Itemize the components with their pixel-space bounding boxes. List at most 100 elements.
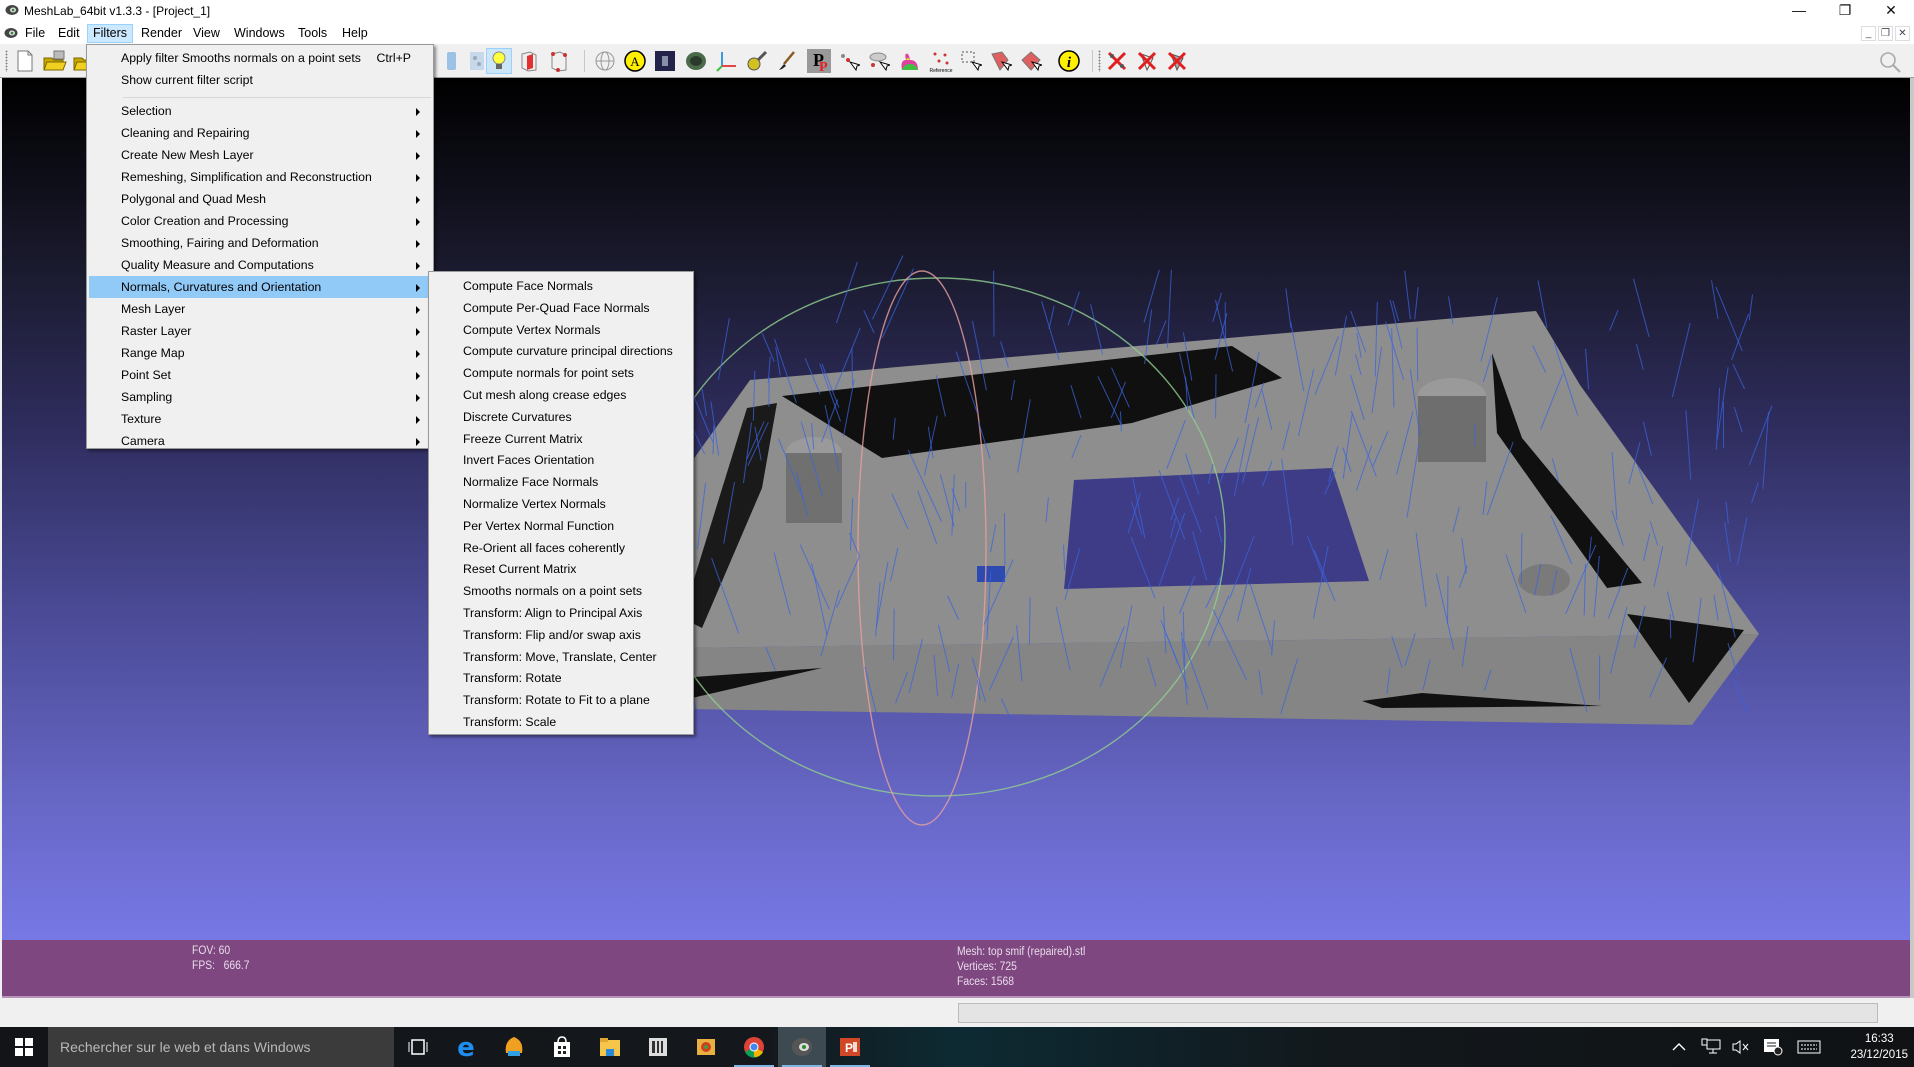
menu-item-show-filter-script[interactable]: Show current filter script [89,69,431,91]
menu-item-remeshing-simplification-and-reconstruction[interactable]: Remeshing, Simplification and Reconstruc… [89,166,431,188]
measure-tape-icon[interactable] [744,48,770,74]
backface-icon[interactable] [516,48,542,74]
select-vertices-icon[interactable] [836,48,862,74]
menu-help[interactable]: Help [337,24,373,43]
trackball-icon[interactable] [592,48,618,74]
powerpoint-icon[interactable]: P [826,1027,874,1067]
menu-edit[interactable]: Edit [53,24,85,43]
submenu-item-transform-rotate-to-fit-to-a-plane[interactable]: Transform: Rotate to Fit to a plane [431,689,691,711]
office-lens-icon[interactable] [634,1027,682,1067]
minimize-button[interactable]: — [1776,0,1822,22]
light-bulb-icon[interactable] [486,48,512,74]
open-project-icon[interactable] [42,48,68,74]
submenu-item-compute-curvature-principal-directions[interactable]: Compute curvature principal directions [431,340,691,362]
keyboard-icon[interactable] [1796,1037,1822,1057]
select-area-icon[interactable] [958,48,984,74]
menu-windows[interactable]: Windows [229,24,290,43]
submenu-item-cut-mesh-along-crease-edges[interactable]: Cut mesh along crease edges [431,384,691,406]
menu-view[interactable]: View [188,24,225,43]
mdi-minimize-button[interactable]: _ [1861,26,1876,41]
mdi-restore-button[interactable]: ❐ [1878,26,1893,41]
pick-points-icon[interactable]: PP [806,48,832,74]
toolbar-grip[interactable] [1098,50,1101,72]
menu-item-quality-measure-and-computations[interactable]: Quality Measure and Computations [89,254,431,276]
menu-item-camera[interactable]: Camera [89,430,431,452]
menu-item-raster-layer[interactable]: Raster Layer [89,320,431,342]
submenu-item-transform-rotate[interactable]: Transform: Rotate [431,667,691,689]
menu-item-color-creation-and-processing[interactable]: Color Creation and Processing [89,210,431,232]
menu-item-cleaning-and-repairing[interactable]: Cleaning and Repairing [89,122,431,144]
show-hidden-icons-icon[interactable] [1668,1037,1690,1057]
file-explorer-icon[interactable] [586,1027,634,1067]
submenu-item-invert-faces-orientation[interactable]: Invert Faces Orientation [431,449,691,471]
toolbar-grip[interactable] [5,50,8,72]
delete-selected-faces-icon[interactable] [1134,48,1160,74]
chrome-icon[interactable] [730,1027,778,1067]
volume-muted-icon[interactable] [1730,1037,1752,1057]
menu-item-smoothing-fairing-and-deformation[interactable]: Smoothing, Fairing and Deformation [89,232,431,254]
submenu-item-transform-align-to-principal-axis[interactable]: Transform: Align to Principal Axis [431,602,691,624]
menu-item-point-set[interactable]: Point Set [89,364,431,386]
menu-item-mesh-layer[interactable]: Mesh Layer [89,298,431,320]
submenu-item-normalize-face-normals[interactable]: Normalize Face Normals [431,471,691,493]
network-icon[interactable] [1700,1037,1722,1057]
submenu-item-compute-face-normals[interactable]: Compute Face Normals [431,275,691,297]
delete-faces-icon[interactable] [988,48,1014,74]
reference-icon[interactable]: Reference [928,48,954,74]
task-view-icon[interactable] [394,1027,442,1067]
search-icon[interactable] [1878,50,1902,74]
box-icon[interactable] [438,48,464,74]
paint-brush-icon[interactable] [774,48,800,74]
taskbar-search-box[interactable]: Rechercher sur le web et dans Windows [48,1027,394,1067]
info-icon[interactable]: i [1056,48,1082,74]
start-button[interactable] [0,1027,48,1067]
photo-app-icon[interactable] [682,1027,730,1067]
delete-selected-vertices-icon[interactable] [1104,48,1130,74]
submenu-item-normalize-vertex-normals[interactable]: Normalize Vertex Normals [431,493,691,515]
restore-button[interactable]: ❐ [1822,0,1868,22]
raster-icon[interactable] [652,48,678,74]
submenu-item-re-orient-all-faces-coherently[interactable]: Re-Orient all faces coherently [431,537,691,559]
action-center-icon[interactable] [1762,1037,1784,1057]
meshlab-icon[interactable] [778,1027,826,1067]
shell-app-icon[interactable] [490,1027,538,1067]
delete-selected-all-icon[interactable] [1164,48,1190,74]
select-connected-icon[interactable] [866,48,892,74]
submenu-item-transform-scale[interactable]: Transform: Scale [431,711,691,733]
mdi-document-icon[interactable] [4,27,18,39]
menu-filters[interactable]: Filters [87,24,134,43]
mdi-close-button[interactable]: ✕ [1895,26,1910,41]
submenu-item-compute-normals-for-point-sets[interactable]: Compute normals for point sets [431,362,691,384]
submenu-item-smooths-normals-on-a-point-sets[interactable]: Smooths normals on a point sets [431,580,691,602]
submenu-item-reset-current-matrix[interactable]: Reset Current Matrix [431,558,691,580]
close-button[interactable]: ✕ [1868,0,1914,22]
menu-item-range-map[interactable]: Range Map [89,342,431,364]
edit-faces-icon[interactable] [1018,48,1044,74]
new-project-icon[interactable] [12,48,38,74]
menu-item-selection[interactable]: Selection [89,100,431,122]
submenu-item-transform-flip-and-or-swap-axis[interactable]: Transform: Flip and/or swap axis [431,624,691,646]
submenu-item-freeze-current-matrix[interactable]: Freeze Current Matrix [431,428,691,450]
submenu-item-discrete-curvatures[interactable]: Discrete Curvatures [431,406,691,428]
menu-item-create-new-mesh-layer[interactable]: Create New Mesh Layer [89,144,431,166]
annotation-a-icon[interactable]: A [622,48,648,74]
menu-item-polygonal-and-quad-mesh[interactable]: Polygonal and Quad Mesh [89,188,431,210]
menu-file[interactable]: File [20,24,50,43]
store-icon[interactable] [538,1027,586,1067]
menu-render[interactable]: Render [136,24,187,43]
submenu-item-transform-move-translate-center[interactable]: Transform: Move, Translate, Center [431,646,691,668]
edge-icon[interactable]: e [442,1027,490,1067]
clock[interactable]: 16:33 23/12/2015 [1850,1031,1908,1063]
menu-tools[interactable]: Tools [293,24,332,43]
axis-icon[interactable] [714,48,740,74]
menu-item-texture[interactable]: Texture [89,408,431,430]
submenu-item-compute-per-quad-face-normals[interactable]: Compute Per-Quad Face Normals [431,297,691,319]
submenu-item-per-vertex-normal-function[interactable]: Per Vertex Normal Function [431,515,691,537]
menu-item-sampling[interactable]: Sampling [89,386,431,408]
mesh-icon[interactable] [683,48,709,74]
menu-item-normals-curvatures-and-orientation[interactable]: Normals, Curvatures and Orientation [89,276,431,298]
menu-item-apply-filter[interactable]: Apply filter Smooths normals on a point … [89,47,431,69]
submenu-item-compute-vertex-normals[interactable]: Compute Vertex Normals [431,319,691,341]
color-bunny-icon[interactable] [896,48,922,74]
selected-faces-icon[interactable] [546,48,572,74]
